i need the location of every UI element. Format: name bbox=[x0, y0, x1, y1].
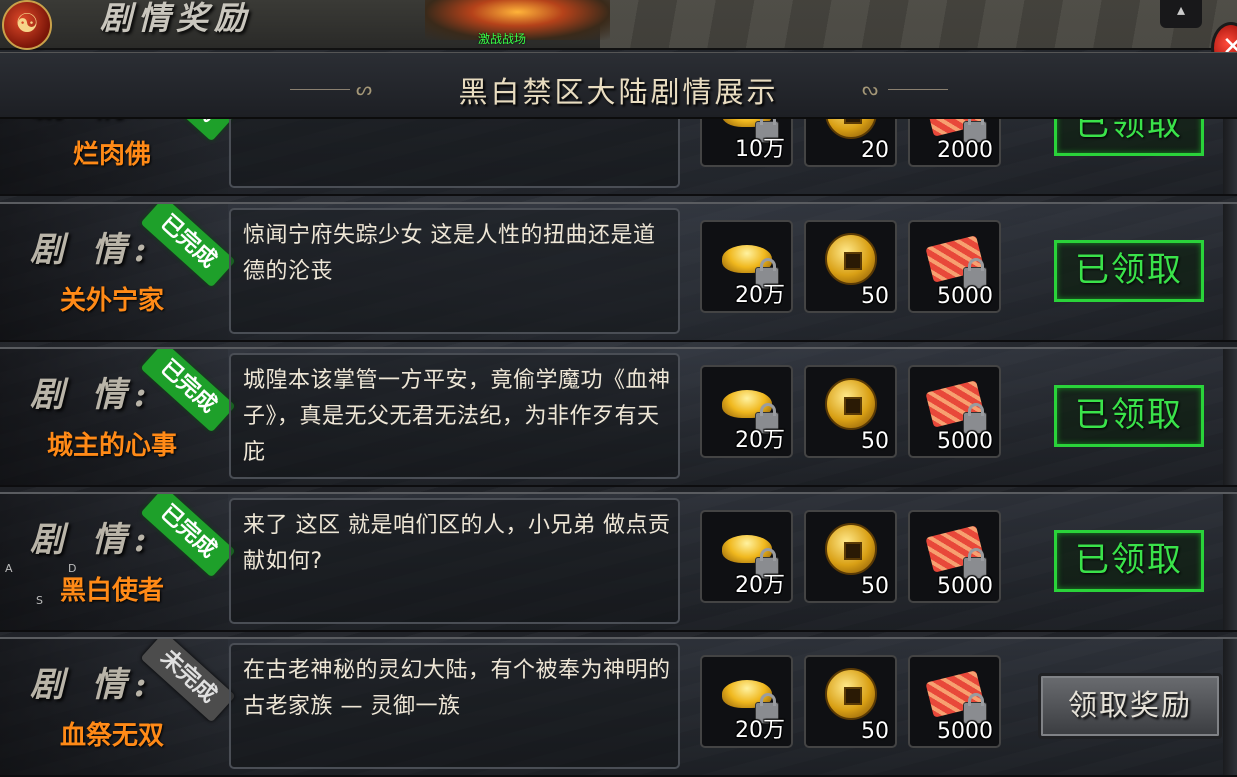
row-edge bbox=[1223, 494, 1237, 630]
reward-slot[interactable]: 20万 bbox=[700, 510, 793, 603]
reward-slot[interactable]: 5000 bbox=[908, 365, 1001, 458]
quest-label: 剧 情: bbox=[30, 230, 155, 270]
quest-name: 黑白使者 bbox=[59, 576, 164, 606]
quest-row: 剧 情: 黑白使者 已完成 来了 这区 就是咱们区的人，小兄弟 做点贡献如何? 20万 5… bbox=[0, 492, 1237, 632]
reward-amount: 50 bbox=[861, 719, 889, 744]
banner-ornament-right-icon: ᔓ bbox=[862, 79, 879, 100]
window-title: 剧情奖励 bbox=[100, 0, 253, 37]
reward-slot[interactable]: 50 bbox=[804, 655, 897, 748]
reward-slot[interactable]: 5000 bbox=[908, 220, 1001, 313]
reward-slot[interactable]: 50 bbox=[804, 510, 897, 603]
quest-description-box: 在古老神秘的灵幻大陆，有个被奉为神明的古老家族 — 灵御一族 bbox=[229, 643, 680, 769]
quest-label: 剧 情: bbox=[30, 375, 155, 415]
reward-slot[interactable]: 50 bbox=[804, 220, 897, 313]
reward-amount: 5000 bbox=[937, 719, 993, 744]
reward-amount: 2000 bbox=[937, 138, 993, 163]
quest-description-box: 惊闻宁府失踪少女 这是人性的扭曲还是道德的沦丧 bbox=[229, 208, 680, 334]
key-hint-s: S bbox=[36, 594, 43, 607]
quest-description: 城隍本该掌管一方平安，竟偷学魔功《血神子》，真是无父无君无法纪，为非作歹有天庇 bbox=[243, 368, 671, 465]
reward-amount: 20万 bbox=[735, 283, 785, 308]
reward-slot[interactable]: 5000 bbox=[908, 655, 1001, 748]
quest-name: 血祭无双 bbox=[59, 721, 164, 751]
reward-amount: 5000 bbox=[937, 574, 993, 599]
quest-description: 在古老神秘的灵幻大陆，有个被奉为神明的古老家族 — 灵御一族 bbox=[243, 658, 671, 719]
section-banner: ᔕ 黑白禁区大陆剧情展示 ᔓ bbox=[0, 52, 1237, 119]
reward-amount: 50 bbox=[861, 429, 889, 454]
reward-amount: 10万 bbox=[735, 137, 785, 162]
reward-amount: 5000 bbox=[937, 429, 993, 454]
reward-slot[interactable]: 50 bbox=[804, 365, 897, 458]
reward-amount: 20万 bbox=[735, 428, 785, 453]
quest-name: 烂肉佛 bbox=[72, 140, 151, 170]
banner-title: 黑白禁区大陆剧情展示 bbox=[458, 75, 779, 109]
quest-description-box: 来了 这区 就是咱们区的人，小兄弟 做点贡献如何? bbox=[229, 498, 680, 624]
row-edge bbox=[1223, 639, 1237, 775]
claimed-button[interactable]: 已领取 bbox=[1054, 385, 1204, 447]
key-hint-d: D bbox=[68, 562, 77, 575]
reward-slot[interactable]: 20万 bbox=[700, 655, 793, 748]
quest-label: 剧 情: bbox=[30, 665, 155, 705]
reward-slot[interactable]: 20万 bbox=[700, 365, 793, 458]
quest-label: 剧 情: bbox=[30, 520, 155, 560]
menu-icon[interactable]: ▴ bbox=[1160, 0, 1202, 28]
copper-coin-icon bbox=[824, 523, 877, 576]
reward-amount: 20 bbox=[861, 138, 889, 163]
reward-amount: 20万 bbox=[735, 718, 785, 743]
row-edge bbox=[1223, 204, 1237, 340]
copper-coin-icon bbox=[824, 233, 877, 286]
key-hint-a: A bbox=[5, 562, 13, 575]
claimed-button[interactable]: 已领取 bbox=[1054, 530, 1204, 592]
copper-coin-icon bbox=[824, 668, 877, 721]
quest-row: 剧 情: 血祭无双 未完成 在古老神秘的灵幻大陆，有个被奉为神明的古老家族 — 灵御一… bbox=[0, 637, 1237, 777]
row-edge bbox=[1223, 349, 1237, 485]
banner-divider-right bbox=[888, 89, 948, 90]
copper-coin-icon bbox=[824, 378, 877, 431]
quest-name: 城主的心事 bbox=[46, 431, 177, 461]
reward-slot[interactable]: 5000 bbox=[908, 510, 1001, 603]
reward-amount: 50 bbox=[861, 574, 889, 599]
quest-row: 剧 情: 城主的心事 已完成 城隍本该掌管一方平安，竟偷学魔功《血神子》，真是无父无君… bbox=[0, 347, 1237, 487]
claimed-button[interactable]: 已领取 bbox=[1054, 240, 1204, 302]
quest-description: 来了 这区 就是咱们区的人，小兄弟 做点贡献如何? bbox=[243, 513, 671, 574]
yin-yang-logo-icon: ☯ bbox=[2, 0, 52, 50]
emblem-label: 激战战场 bbox=[478, 32, 527, 46]
title-bar-texture bbox=[600, 0, 1237, 48]
reward-amount: 20万 bbox=[735, 573, 785, 598]
title-bar: ☯ 剧情奖励 激战战场 ▴ bbox=[0, 0, 1237, 50]
quest-row: 剧 情: 关外宁家 已完成 惊闻宁府失踪少女 这是人性的扭曲还是道德的沦丧 20万 50 5… bbox=[0, 202, 1237, 342]
reward-amount: 5000 bbox=[937, 284, 993, 309]
reward-slot[interactable]: 20万 bbox=[700, 220, 793, 313]
quest-name: 关外宁家 bbox=[59, 286, 164, 316]
quest-description: 惊闻宁府失踪少女 这是人性的扭曲还是道德的沦丧 bbox=[243, 223, 656, 284]
reward-amount: 50 bbox=[861, 284, 889, 309]
quest-description-box: 城隍本该掌管一方平安，竟偷学魔功《血神子》，真是无父无君无法纪，为非作歹有天庇 bbox=[229, 353, 680, 479]
claim-reward-button[interactable]: 领取奖励 bbox=[1038, 673, 1222, 739]
